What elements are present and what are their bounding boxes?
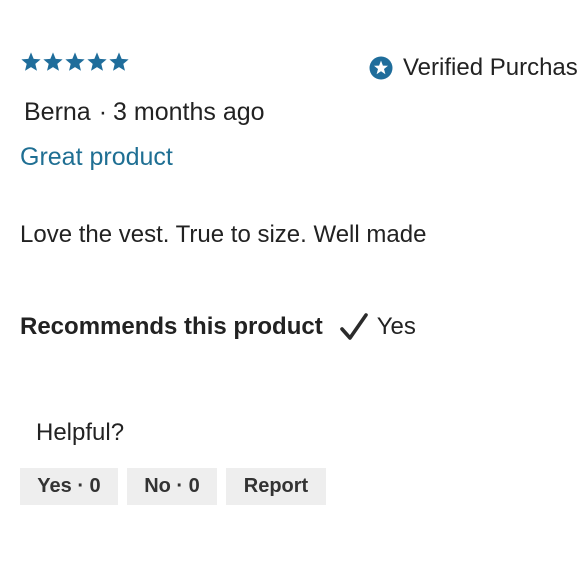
review-meta: Berna · 3 months ago [24, 98, 265, 127]
meta-separator: · [98, 98, 108, 126]
star-icon [43, 52, 63, 71]
verified-purchase-label: Verified Purchas [403, 54, 578, 81]
checkmark-icon [339, 313, 368, 340]
star-rating [20, 51, 130, 73]
author-name: Berna [24, 98, 91, 126]
verified-purchase-badge: Verified Purchas [369, 54, 578, 82]
report-button[interactable]: Report [226, 468, 326, 505]
recommends-label: Recommends this product [20, 313, 323, 340]
star-badge-icon [369, 56, 393, 80]
review-actions: Yes · 0 No · 0 Report [20, 468, 326, 505]
review-title: Great product [20, 143, 173, 171]
helpful-yes-button[interactable]: Yes · 0 [20, 468, 118, 505]
helpful-label: Helpful? [36, 419, 125, 446]
recommends-value: Yes [376, 313, 416, 340]
review-card: Verified Purchas Berna · 3 months ago Grea… [0, 0, 580, 580]
helpful-no-button[interactable]: No · 0 [127, 468, 217, 505]
review-time: 3 months ago [113, 98, 265, 126]
star-icon [21, 52, 41, 71]
recommends-row: Recommends this product Yes [20, 312, 416, 342]
review-body: Love the vest. True to size. Well made [20, 221, 427, 248]
star-icon [87, 52, 107, 71]
star-icon [65, 52, 85, 71]
star-icon [109, 52, 129, 71]
